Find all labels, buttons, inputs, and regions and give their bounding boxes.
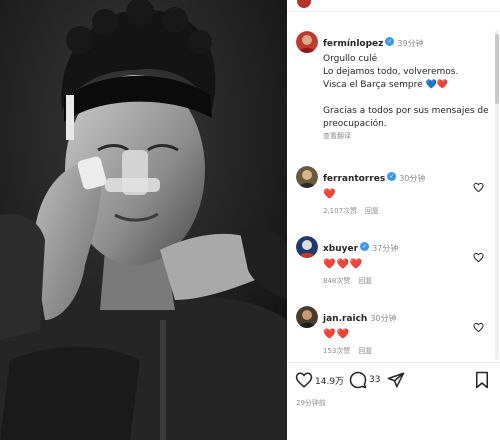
verified-badge-icon: ✓ xyxy=(387,172,397,181)
translate-link[interactable]: 查看翻译 xyxy=(323,131,493,141)
comment-button[interactable]: 33 xyxy=(349,370,380,390)
commenter-username[interactable]: jan.raich xyxy=(323,314,367,324)
comment-item: ferrantorres ✓ 30分钟 ❤️ 2,107次赞 回复 xyxy=(287,166,492,221)
caption-line: Lo dejamos todo, volveremos. xyxy=(323,67,459,77)
verified-badge-icon: ✓ xyxy=(360,242,370,251)
post-time: 39分钟 xyxy=(397,39,424,48)
post-photo[interactable] xyxy=(0,0,287,440)
post-timestamp: 29分钟前 xyxy=(296,399,326,407)
verified-badge-icon: ✓ xyxy=(385,37,395,46)
caption-line: Orgullo culé xyxy=(323,54,378,64)
author-avatar[interactable] xyxy=(296,31,318,53)
caption-line: Gracias a todos por sus mensajes de xyxy=(323,106,489,116)
commenter-avatar[interactable] xyxy=(296,306,318,328)
comment-meta: 848次赞 回复 xyxy=(323,276,473,286)
save-button[interactable] xyxy=(473,370,491,390)
commenter-avatar[interactable] xyxy=(296,166,318,188)
send-paper-plane-icon xyxy=(387,371,405,389)
comment-likes[interactable]: 2,107次赞 xyxy=(323,207,357,215)
comments-count: 33 xyxy=(369,375,381,385)
comment-likes[interactable]: 848次赞 xyxy=(323,277,350,285)
commenter-username[interactable]: ferrantorres xyxy=(323,174,385,184)
comments-panel: fermínlopez ✓ 39分钟 Orgullo culé Lo dejamos… xyxy=(287,0,500,440)
caption-line: Visca el Barça sempre 💙❤️ xyxy=(323,80,448,90)
action-bar: 14.9万 33 xyxy=(287,370,500,392)
caption-line xyxy=(323,92,493,105)
bookmark-icon xyxy=(473,371,491,389)
comment-likes[interactable]: 153次赞 xyxy=(323,347,350,355)
author-avatar-mini[interactable] xyxy=(297,0,311,8)
likes-count: 14.9万 xyxy=(315,376,345,387)
comment-item: xbuyer ✓ 37分钟 ❤️❤️❤️ 848次赞 回复 xyxy=(287,236,492,291)
reply-link[interactable]: 回复 xyxy=(365,207,379,215)
commenter-username[interactable]: xbuyer xyxy=(323,244,358,254)
like-button[interactable]: 14.9万 xyxy=(295,370,344,390)
comment-meta: 2,107次赞 回复 xyxy=(323,206,473,216)
commenter-avatar[interactable] xyxy=(296,236,318,258)
divider xyxy=(287,362,500,363)
reply-link[interactable]: 回复 xyxy=(358,277,372,285)
header-strip xyxy=(287,0,500,12)
like-comment-heart-icon[interactable] xyxy=(473,322,484,333)
comment-item: jan.raich 30分钟 ❤️❤️ 153次赞 回复 xyxy=(287,306,492,361)
caption-line: preocupación. xyxy=(323,119,387,129)
comment-meta: 153次赞 回复 xyxy=(323,346,473,356)
comment-time: 30分钟 xyxy=(399,174,426,183)
comment-time: 37分钟 xyxy=(372,244,399,253)
like-comment-heart-icon[interactable] xyxy=(473,252,484,263)
author-username[interactable]: fermínlopez xyxy=(323,39,383,49)
comment-text: ❤️ xyxy=(323,189,337,200)
heart-icon xyxy=(295,371,313,389)
reply-link[interactable]: 回复 xyxy=(358,347,372,355)
caption-text: Orgullo culé Lo dejamos todo, volveremos… xyxy=(323,53,493,131)
comment-time: 30分钟 xyxy=(370,314,397,323)
comment-bubble-icon xyxy=(349,371,367,389)
scrollbar-thumb[interactable] xyxy=(495,34,499,104)
player-photo-illustration xyxy=(0,0,287,440)
share-button[interactable] xyxy=(387,370,405,390)
like-comment-heart-icon[interactable] xyxy=(473,182,484,193)
comment-text: ❤️❤️ xyxy=(323,329,350,340)
comment-text: ❤️❤️❤️ xyxy=(323,259,364,270)
comments-scrollbar[interactable] xyxy=(495,30,499,360)
